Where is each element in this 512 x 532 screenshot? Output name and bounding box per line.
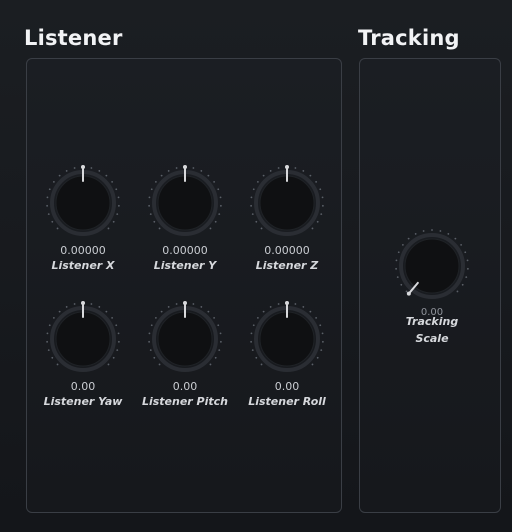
- tracking-panel: 0.00 Tracking Scale: [359, 58, 501, 513]
- knob-cell-tracking-scale: 0.00 Tracking Scale: [390, 227, 474, 345]
- listener-z-value: 0.00000: [264, 244, 310, 257]
- knob-graphic: [395, 229, 469, 299]
- listener-pitch-knob[interactable]: [146, 300, 224, 378]
- listener-y-value: 0.00000: [162, 244, 208, 257]
- knob-graphic: [250, 165, 324, 236]
- knob-graphic: [148, 301, 222, 372]
- tracking-scale-label-line2: Scale: [415, 332, 449, 345]
- listener-y-label: Listener Y: [153, 259, 217, 272]
- listener-y-knob[interactable]: [146, 164, 224, 242]
- knob-graphic: [250, 301, 324, 372]
- listener-z-knob[interactable]: [248, 164, 326, 242]
- knob-cell-listener-roll: 0.00 Listener Roll: [237, 300, 337, 409]
- listener-x-knob[interactable]: [44, 164, 122, 242]
- tracking-scale-knob[interactable]: [393, 227, 471, 305]
- knob-graphic: [148, 165, 222, 236]
- knob-cell-listener-z: 0.00000 Listener Z: [237, 164, 337, 273]
- knob-graphic: [46, 165, 120, 236]
- listener-roll-knob[interactable]: [248, 300, 326, 378]
- listener-z-label: Listener Z: [255, 259, 319, 272]
- spatial-plugin-panel: Listener Tracking 0.00000 Listener X 0.0…: [0, 0, 512, 532]
- listener-pitch-label: Listener Pitch: [141, 395, 229, 408]
- listener-section-title: Listener: [24, 26, 123, 50]
- listener-panel: 0.00000 Listener X 0.00000 Listener Y 0.…: [26, 58, 342, 513]
- listener-x-value: 0.00000: [60, 244, 106, 257]
- tracking-scale-label: Tracking Scale: [390, 313, 474, 347]
- knob-cell-listener-y: 0.00000 Listener Y: [135, 164, 235, 273]
- knob-graphic: [46, 301, 120, 372]
- knob-cell-listener-yaw: 0.00 Listener Yaw: [33, 300, 133, 409]
- listener-yaw-value: 0.00: [70, 380, 96, 393]
- tracking-scale-label-line1: Tracking: [405, 315, 459, 328]
- listener-roll-label: Listener Roll: [248, 395, 326, 408]
- knob-cell-listener-pitch: 0.00 Listener Pitch: [135, 300, 235, 409]
- listener-pitch-value: 0.00: [172, 380, 198, 393]
- tracking-section-title: Tracking: [358, 26, 460, 50]
- listener-x-label: Listener X: [51, 259, 115, 272]
- listener-yaw-knob[interactable]: [44, 300, 122, 378]
- listener-roll-value: 0.00: [274, 380, 300, 393]
- listener-yaw-label: Listener Yaw: [43, 395, 123, 408]
- knob-cell-listener-x: 0.00000 Listener X: [33, 164, 133, 273]
